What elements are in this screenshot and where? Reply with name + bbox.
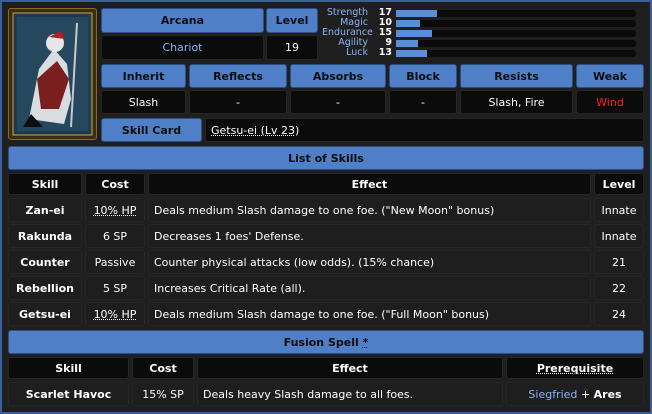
skill-level-text: 22 — [612, 281, 626, 295]
reflects-header: Reflects — [189, 64, 287, 88]
skill-level: Innate — [594, 224, 644, 248]
skills-header-cost: Cost — [85, 173, 145, 195]
fusion-cost: 15% SP — [132, 382, 194, 406]
skill-name: Rebellion — [8, 276, 82, 300]
skill-level-text: 24 — [612, 307, 626, 321]
skills-title: List of Skills — [8, 146, 644, 170]
skill-cost-text[interactable]: 10% HP — [94, 204, 137, 217]
prereq-plus: + — [577, 387, 594, 401]
fusion-effect: Deals heavy Slash damage to all foes. — [197, 382, 503, 406]
skill-cost: 6 SP — [85, 224, 145, 248]
skill-level: 24 — [594, 302, 644, 326]
fusion-title: Fusion Spell * — [8, 330, 644, 354]
stat-name: Luck — [346, 47, 368, 58]
skills-header-level: Level — [594, 173, 644, 195]
skill-level-text: Innate — [601, 203, 637, 217]
stat-bar-fill — [396, 40, 418, 47]
stat-bar — [396, 30, 636, 37]
skill-level: 22 — [594, 276, 644, 300]
stat-bar-fill — [396, 50, 428, 57]
skill-effect-text: Decreases 1 foes' Defense. — [154, 229, 304, 243]
inherit-value: Slash — [101, 90, 186, 114]
persona-portrait — [8, 8, 97, 140]
weak-value: Wind — [576, 90, 644, 114]
skill-name-text: Counter — [20, 255, 70, 269]
fusion-prerequisite: Siegfried + Ares — [506, 382, 644, 406]
skill-cost-text: 5 SP — [102, 281, 128, 295]
skill-name-text: Getsu-ei — [19, 307, 71, 321]
skill-card-link[interactable]: Getsu-ei (Lv 23) — [211, 124, 299, 137]
fusion-header-prerequisite[interactable]: Prerequisite — [506, 357, 644, 379]
skill-effect-text: Deals medium Slash damage to one foe. ("… — [154, 203, 495, 217]
absorbs-value: - — [290, 90, 386, 114]
fusion-header-skill: Skill — [8, 357, 129, 379]
skill-level-text: 21 — [612, 255, 626, 269]
stat-row-endurance: Endurance 15 — [322, 27, 638, 38]
skill-card-value: Getsu-ei (Lv 23) — [205, 118, 644, 142]
prereq-ares: Ares — [593, 387, 622, 401]
stat-bar-fill — [396, 10, 437, 17]
skill-cost-text: 6 SP — [102, 229, 128, 243]
reflects-value: - — [189, 90, 287, 114]
skill-name: Getsu-ei — [8, 302, 82, 326]
skill-cost: Passive — [85, 250, 145, 274]
fusion-title-mark[interactable]: * — [363, 336, 369, 349]
skills-header-skill: Skill — [8, 173, 82, 195]
stat-bar — [396, 40, 636, 47]
skill-cost[interactable]: 10% HP — [85, 198, 145, 222]
stat-bar-fill — [396, 20, 420, 27]
skill-name: Rakunda — [8, 224, 82, 248]
skill-name-text: Rebellion — [16, 281, 74, 295]
skill-cost[interactable]: 10% HP — [85, 302, 145, 326]
arcana-value[interactable]: Chariot — [101, 35, 264, 60]
skill-effect: Counter physical attacks (low odds). (15… — [148, 250, 591, 274]
persona-portrait-image — [12, 12, 93, 136]
skill-effect: Deals medium Slash damage to one foe. ("… — [148, 198, 591, 222]
stat-row-agility: Agility 9 — [322, 37, 638, 48]
arcana-header: Arcana — [101, 8, 264, 33]
prereq-siegfried-link[interactable]: Siegfried — [528, 388, 577, 401]
skill-level: Innate — [594, 198, 644, 222]
skill-cost: 5 SP — [85, 276, 145, 300]
skill-cost-text: Passive — [94, 255, 136, 269]
skill-effect: Deals medium Slash damage to one foe. ("… — [148, 302, 591, 326]
skill-effect-text: Counter physical attacks (low odds). (15… — [154, 255, 435, 269]
level-value: 19 — [266, 35, 318, 60]
weak-header: Weak — [576, 64, 644, 88]
resists-value: Slash, Fire — [460, 90, 573, 114]
resists-header: Resists — [460, 64, 573, 88]
block-value: - — [389, 90, 457, 114]
skills-header-effect: Effect — [148, 173, 591, 195]
level-header: Level — [266, 8, 318, 33]
skill-name-text: Zan-ei — [25, 203, 65, 217]
stat-value: 13 — [378, 47, 392, 58]
fusion-skill: Scarlet Havoc — [8, 382, 129, 406]
stat-row-strength: Strength 17 — [322, 7, 638, 18]
fusion-header-effect: Effect — [197, 357, 503, 379]
skill-effect: Increases Critical Rate (all). — [148, 276, 591, 300]
stat-bar-fill — [396, 30, 432, 37]
skill-cost-text[interactable]: 10% HP — [94, 308, 137, 321]
fusion-title-text: Fusion Spell — [283, 335, 359, 349]
skill-name: Counter — [8, 250, 82, 274]
skill-name-text: Rakunda — [17, 229, 73, 243]
skill-name: Zan-ei — [8, 198, 82, 222]
block-header: Block — [389, 64, 457, 88]
skill-effect: Decreases 1 foes' Defense. — [148, 224, 591, 248]
skill-level-text: Innate — [601, 229, 637, 243]
stat-bar — [396, 50, 636, 57]
skill-level: 21 — [594, 250, 644, 274]
skill-card-header: Skill Card — [101, 118, 202, 142]
fusion-header-cost: Cost — [132, 357, 194, 379]
stat-bar — [396, 10, 636, 17]
skill-effect-text: Increases Critical Rate (all). — [154, 281, 306, 295]
skill-effect-text: Deals medium Slash damage to one foe. ("… — [154, 307, 490, 321]
inherit-header: Inherit — [101, 64, 186, 88]
stat-row-luck: Luck 13 — [322, 47, 638, 58]
stats-block: Strength 17 Magic 10 Endurance 15 Agility 9 Luck… — [322, 7, 638, 60]
stat-bar — [396, 20, 636, 27]
absorbs-header: Absorbs — [290, 64, 386, 88]
